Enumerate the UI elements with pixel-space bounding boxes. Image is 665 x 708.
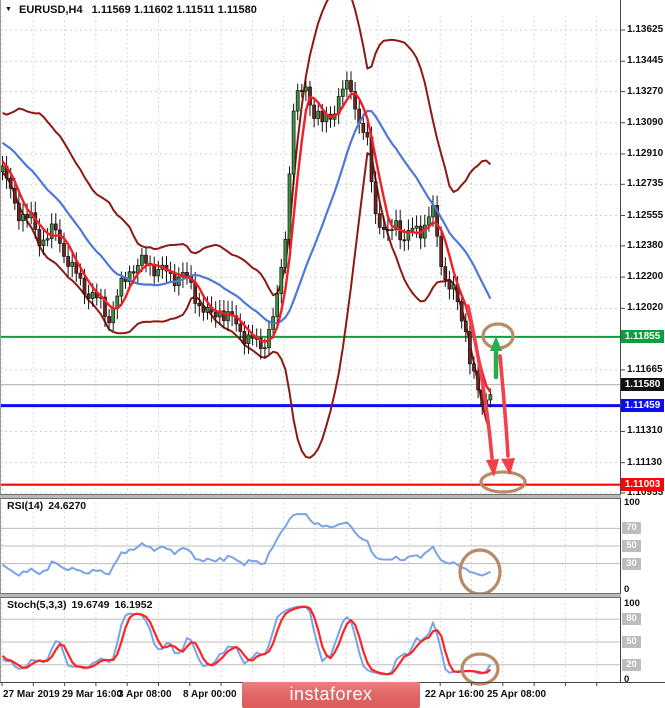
rsi-level-badge: 70: [622, 522, 641, 534]
x-axis-date-label: 3 Apr 08:00: [118, 689, 172, 700]
price-level-badge-current-bid: 1.11580: [621, 378, 664, 391]
stoch-level-badge: 50: [622, 636, 641, 648]
rsi-level-badge: 50: [622, 540, 641, 552]
stoch-d-value: 16.1952: [114, 599, 152, 611]
symbol-dropdown-icon[interactable]: ▼: [5, 6, 12, 13]
y-axis-tick-label: 1.13445: [627, 55, 663, 66]
y-axis-tick-label: 1.11130: [627, 457, 662, 468]
rsi-name: RSI(14): [7, 500, 43, 512]
price-level-badge-support: 1.11459: [621, 399, 664, 412]
x-axis-date-label: 22 Apr 16:00: [425, 689, 484, 700]
instaforex-watermark: instaforex: [242, 682, 420, 708]
y-axis-tick-label: 1.12910: [627, 148, 663, 159]
rsi-indicator-label: RSI(14) 24.6270: [7, 500, 91, 512]
y-axis-tick-label: 1.12555: [627, 210, 663, 221]
panel-splitter-main-rsi[interactable]: [0, 494, 621, 499]
highlight-circle: [460, 550, 500, 594]
y-axis-tick-label: 1.13090: [627, 117, 663, 128]
stoch-level-badge: 20: [622, 659, 641, 671]
panel-splitter-rsi-stoch[interactable]: [0, 593, 621, 598]
rsi-scale-top: 100: [624, 497, 640, 508]
stoch-indicator-label: Stoch(5,3,3) 19.6749 16.1952: [7, 599, 157, 611]
stoch-k-value: 19.6749: [72, 599, 110, 611]
rsi-level-badge: 30: [622, 558, 641, 570]
y-axis-tick-label: 1.11310: [627, 425, 663, 436]
price-level-badge-target: 1.11003: [621, 478, 664, 491]
y-axis-tick-label: 1.12200: [627, 271, 663, 282]
rsi-scale-bottom: 0: [624, 584, 629, 595]
rsi-value: 24.6270: [48, 500, 86, 512]
stoch-level-badge: 80: [622, 613, 641, 625]
x-axis-date-label: 25 Apr 08:00: [487, 689, 546, 700]
chart-title: ▼ EURUSD,H4 1.11569 1.11602 1.11511 1.11…: [5, 4, 257, 16]
y-axis-tick-label: 1.13270: [627, 86, 663, 97]
x-axis-date-label: 8 Apr 00:00: [183, 689, 237, 700]
y-axis-tick-label: 1.12735: [627, 178, 663, 189]
x-axis-date-label: 29 Mar 16:00: [62, 689, 122, 700]
mt4-chart-window: ▼ EURUSD,H4 1.11569 1.11602 1.11511 1.11…: [0, 0, 665, 708]
stoch-scale-bottom: 0: [624, 674, 629, 685]
y-axis-tick-label: 1.12020: [627, 302, 663, 313]
price-level-badge-resistance: 1.11855: [621, 330, 664, 343]
up-arrowhead: [490, 336, 502, 351]
stoch-scale-top: 100: [624, 598, 640, 609]
ohlc-quotes-label: 1.11569 1.11602 1.11511 1.11580: [92, 4, 257, 16]
stoch-name: Stoch(5,3,3): [7, 599, 67, 611]
y-axis-tick-label: 1.11665: [627, 364, 663, 375]
symbol-timeframe-label: EURUSD,H4: [19, 4, 83, 16]
y-axis-tick-label: 1.12380: [627, 240, 663, 251]
highlight-circle: [462, 654, 498, 684]
y-axis-tick-label: 1.13625: [627, 24, 663, 35]
x-axis-date-label: 27 Mar 2019: [3, 689, 60, 700]
